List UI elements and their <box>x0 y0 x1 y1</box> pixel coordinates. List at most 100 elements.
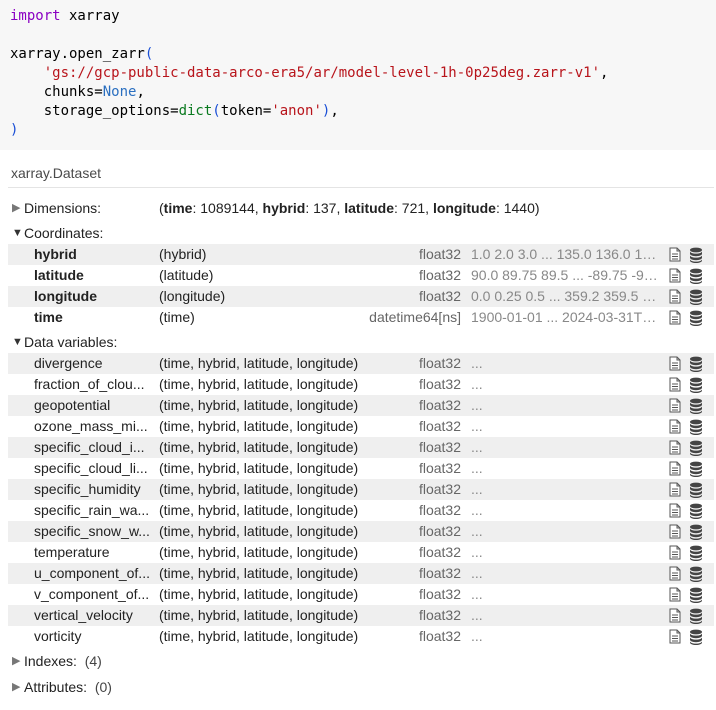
variable-dtype: float32 <box>418 267 461 283</box>
variable-dims: (time) <box>159 309 195 325</box>
data-variable-row: specific_humidity (time, hybrid, latitude… <box>8 479 714 500</box>
database-icon[interactable] <box>689 398 703 414</box>
variable-preview: ... <box>471 481 483 497</box>
file-text-icon[interactable] <box>669 268 681 283</box>
variable-name: geopotential <box>34 397 111 413</box>
variable-dtype: float32 <box>418 418 461 434</box>
database-icon[interactable] <box>689 289 703 305</box>
data-variable-row: specific_snow_w... (time, hybrid, latitud… <box>8 521 714 542</box>
attributes-section-toggle[interactable]: ▶ Attributes: (0) <box>12 678 112 696</box>
variable-name: specific_cloud_i... <box>34 439 145 455</box>
file-text-icon[interactable] <box>669 566 681 581</box>
variable-dims: (time, hybrid, latitude, longitude) <box>159 460 359 476</box>
database-icon[interactable] <box>689 247 703 263</box>
variable-dims: (time, hybrid, latitude, longitude) <box>159 376 359 392</box>
database-icon[interactable] <box>689 524 703 540</box>
database-icon[interactable] <box>689 503 703 519</box>
database-icon[interactable] <box>689 440 703 456</box>
variable-preview: ... <box>471 607 483 623</box>
file-text-icon[interactable] <box>669 503 681 518</box>
variable-dtype: float32 <box>418 439 461 455</box>
variable-preview: 1.0 2.0 3.0 ... 135.0 136.0 137.0 <box>471 246 661 262</box>
variable-name: v_component_of... <box>34 586 150 602</box>
variable-preview: 1900-01-01 ... 2024-03-31T23:00:00 <box>471 309 661 325</box>
variable-dtype: float32 <box>418 523 461 539</box>
variable-dtype: float32 <box>418 565 461 581</box>
code-cell[interactable]: import xarray xarray.open_zarr( 'gs://gc… <box>0 0 716 150</box>
file-text-icon[interactable] <box>669 310 681 325</box>
file-text-icon[interactable] <box>669 440 681 455</box>
variable-dims: (time, hybrid, latitude, longitude) <box>159 418 359 434</box>
variable-name: temperature <box>34 544 110 560</box>
variable-dims: (time, hybrid, latitude, longitude) <box>159 481 359 497</box>
dataset-type-label: xarray.Dataset <box>11 165 101 181</box>
variable-dtype: float32 <box>418 397 461 413</box>
database-icon[interactable] <box>689 587 703 603</box>
variable-preview: ... <box>471 502 483 518</box>
file-text-icon[interactable] <box>669 482 681 497</box>
variable-preview: ... <box>471 544 483 560</box>
expand-arrow-icon: ▶ <box>12 655 21 667</box>
coordinate-row: time (time) datetime64[ns] 1900-01-01 ... 2… <box>8 307 714 328</box>
file-text-icon[interactable] <box>669 398 681 413</box>
database-icon[interactable] <box>689 461 703 477</box>
data-variables-label: Data variables: <box>24 334 118 350</box>
file-text-icon[interactable] <box>669 524 681 539</box>
variable-dtype: float32 <box>418 481 461 497</box>
coordinates-label: Coordinates: <box>24 225 104 241</box>
file-text-icon[interactable] <box>669 545 681 560</box>
variable-dtype: float32 <box>418 544 461 560</box>
variable-dims: (time, hybrid, latitude, longitude) <box>159 565 359 581</box>
file-text-icon[interactable] <box>669 587 681 602</box>
variable-preview: ... <box>471 418 483 434</box>
database-icon[interactable] <box>689 545 703 561</box>
data-variable-row: geopotential (time, hybrid, latitude, lon… <box>8 395 714 416</box>
variable-preview: ... <box>471 628 483 644</box>
data-variables-section-toggle[interactable]: ▼ Data variables: <box>12 333 117 351</box>
data-variable-row: divergence (time, hybrid, latitude, longi… <box>8 353 714 374</box>
file-text-icon[interactable] <box>669 608 681 623</box>
database-icon[interactable] <box>689 356 703 372</box>
coordinate-row: latitude (latitude) float32 90.0 89.75 89.5… <box>8 265 714 286</box>
data-variable-row: specific_rain_wa... (time, hybrid, latitu… <box>8 500 714 521</box>
variable-name: ozone_mass_mi... <box>34 418 148 434</box>
data-variable-row: u_component_of... (time, hybrid, latitude… <box>8 563 714 584</box>
database-icon[interactable] <box>689 482 703 498</box>
indexes-section-toggle[interactable]: ▶ Indexes: (4) <box>12 652 102 670</box>
variable-dims: (time, hybrid, latitude, longitude) <box>159 502 359 518</box>
coordinates-section-toggle[interactable]: ▼ Coordinates: <box>12 224 103 242</box>
database-icon[interactable] <box>689 377 703 393</box>
variable-dtype: float32 <box>418 628 461 644</box>
file-text-icon[interactable] <box>669 356 681 371</box>
file-text-icon[interactable] <box>669 419 681 434</box>
variable-dtype: float32 <box>418 460 461 476</box>
file-text-icon[interactable] <box>669 247 681 262</box>
database-icon[interactable] <box>689 629 703 645</box>
variable-name: fraction_of_clou... <box>34 376 145 392</box>
database-icon[interactable] <box>689 310 703 326</box>
file-text-icon[interactable] <box>669 461 681 476</box>
variable-dtype: float32 <box>418 376 461 392</box>
file-text-icon[interactable] <box>669 629 681 644</box>
file-text-icon[interactable] <box>669 289 681 304</box>
data-variable-row: temperature (time, hybrid, latitude, long… <box>8 542 714 563</box>
file-text-icon[interactable] <box>669 377 681 392</box>
variable-dtype: float32 <box>418 355 461 371</box>
variable-dtype: float32 <box>418 586 461 602</box>
database-icon[interactable] <box>689 566 703 582</box>
variable-preview: 90.0 89.75 89.5 ... -89.75 -90.0 <box>471 267 661 283</box>
variable-dims: (time, hybrid, latitude, longitude) <box>159 586 359 602</box>
variable-dtype: float32 <box>418 607 461 623</box>
database-icon[interactable] <box>689 268 703 284</box>
variable-preview: ... <box>471 355 483 371</box>
variable-name: specific_rain_wa... <box>34 502 150 518</box>
variable-dtype: datetime64[ns] <box>369 309 461 325</box>
variable-dims: (time, hybrid, latitude, longitude) <box>159 523 359 539</box>
database-icon[interactable] <box>689 608 703 624</box>
variable-dtype: float32 <box>418 502 461 518</box>
variable-name: longitude <box>34 288 97 304</box>
dimensions-section-toggle[interactable]: ▶ Dimensions: <box>12 199 101 217</box>
variable-preview: ... <box>471 523 483 539</box>
database-icon[interactable] <box>689 419 703 435</box>
dimensions-label: Dimensions: <box>24 200 102 216</box>
